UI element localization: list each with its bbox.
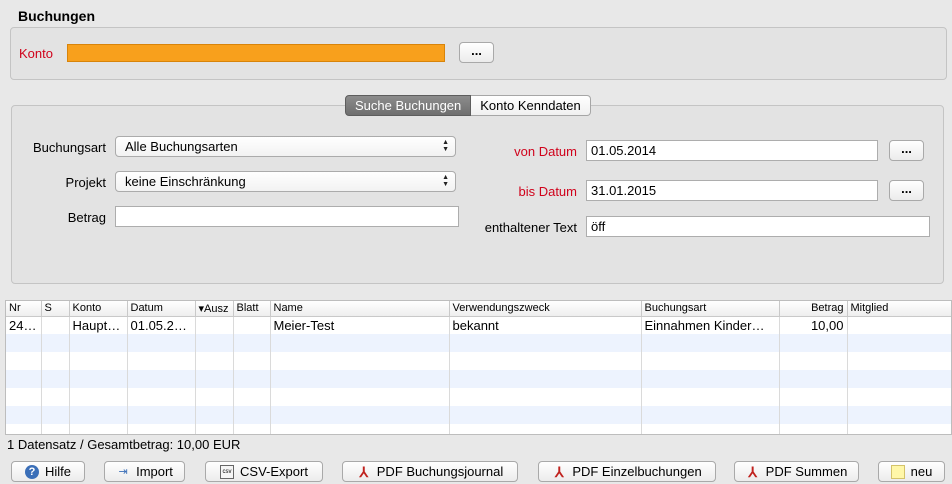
select-arrows-icon: ▲ ▼ (442, 139, 449, 153)
pdf-summen-label: PDF Summen (765, 463, 848, 479)
cell-betrag: 10,00 (779, 316, 848, 334)
buchungsart-select[interactable]: Alle Buchungsarten ▲ ▼ (115, 136, 456, 157)
col-betrag[interactable]: Betrag (779, 301, 848, 317)
konto-label: Konto (19, 46, 53, 61)
col-buchungsart[interactable]: Buchungsart (641, 301, 780, 317)
von-datum-browse-button[interactable]: ... (889, 140, 924, 161)
projekt-value: keine Einschränkung (125, 174, 246, 189)
cell-nr: 24… (6, 316, 42, 334)
help-icon: ? (24, 464, 39, 479)
col-datum[interactable]: Datum (127, 301, 196, 317)
cell-buchungsart: Einnahmen Kinder… (641, 316, 780, 334)
col-verwendungszweck[interactable]: Verwendungszweck (449, 301, 642, 317)
cell-verwendungszweck: bekannt (449, 316, 642, 334)
projekt-select[interactable]: keine Einschränkung ▲ ▼ (115, 171, 456, 192)
cell-datum: 01.05.2… (127, 316, 196, 334)
select-arrows-icon: ▲ ▼ (442, 174, 449, 188)
col-nr[interactable]: Nr (6, 301, 42, 317)
pdf-icon: ⅄ (555, 463, 564, 480)
empty-row (6, 370, 951, 388)
table-header: Nr S Konto Datum ▾Ausz Blatt Name Verwen… (6, 301, 951, 317)
von-datum-label: von Datum (514, 144, 577, 159)
help-button[interactable]: ? Hilfe (11, 461, 85, 482)
empty-row (6, 424, 951, 434)
pdf-buchungsjournal-label: PDF Buchungsjournal (376, 463, 504, 479)
tab-suche-buchungen[interactable]: Suche Buchungen (345, 95, 472, 116)
csv-icon: csv (220, 464, 235, 479)
cell-name: Meier-Test (270, 316, 450, 334)
projekt-label: Projekt (65, 175, 106, 190)
csv-export-button[interactable]: csv CSV-Export (205, 461, 323, 482)
csv-export-label: CSV-Export (240, 463, 308, 479)
new-label: neu (910, 463, 933, 479)
empty-row (6, 352, 951, 370)
tab-konto-kenndaten[interactable]: Konto Kenndaten (471, 95, 591, 116)
cell-ausz (195, 316, 234, 334)
pdf-einzelbuchungen-button[interactable]: ⅄ PDF Einzelbuchungen (538, 461, 716, 482)
cell-blatt (233, 316, 271, 334)
col-mitglied[interactable]: Mitglied (847, 301, 951, 317)
col-name[interactable]: Name (270, 301, 450, 317)
betrag-label: Betrag (67, 210, 106, 225)
pdf-icon: ⅄ (748, 463, 757, 480)
section-title: Buchungen (18, 8, 95, 24)
bis-datum-input[interactable]: 31.01.2015 (586, 180, 878, 201)
pdf-summen-button[interactable]: ⅄ PDF Summen (734, 461, 859, 482)
new-document-icon (890, 464, 905, 479)
import-icon: ⇥ (118, 465, 128, 478)
cell-s (41, 316, 70, 334)
empty-row (6, 388, 951, 406)
col-ausz-label: Ausz (204, 302, 229, 315)
von-datum-input[interactable]: 01.05.2014 (586, 140, 878, 161)
table-row[interactable]: 24… Haupt… 01.05.2… Meier-Test bekannt E… (6, 316, 951, 334)
import-label: Import (136, 463, 173, 479)
pdf-icon: ⅄ (359, 463, 369, 480)
status-summary: 1 Datensatz / Gesamtbetrag: 10,00 EUR (7, 437, 241, 452)
cell-konto: Haupt… (69, 316, 128, 334)
bis-datum-browse-button[interactable]: ... (889, 180, 924, 201)
pdf-buchungsjournal-button[interactable]: ⅄ PDF Buchungsjournal (342, 461, 518, 482)
empty-row (6, 406, 951, 424)
cell-mitglied (847, 316, 951, 334)
konto-browse-button[interactable]: ... (459, 42, 494, 63)
betrag-input[interactable] (115, 206, 459, 227)
buchungsart-label: Buchungsart (33, 140, 106, 155)
col-s[interactable]: S (41, 301, 70, 317)
col-ausz[interactable]: ▾Ausz (195, 301, 234, 317)
import-button[interactable]: ⇥ Import (104, 461, 185, 482)
new-button[interactable]: neu (878, 461, 945, 482)
buchungsart-value: Alle Buchungsarten (125, 139, 238, 154)
bookings-table[interactable]: Nr S Konto Datum ▾Ausz Blatt Name Verwen… (5, 300, 952, 435)
empty-row (6, 334, 951, 352)
konto-field[interactable] (67, 44, 445, 62)
pdf-einzelbuchungen-label: PDF Einzelbuchungen (572, 463, 702, 479)
bis-datum-label: bis Datum (518, 184, 577, 199)
text-label: enthaltener Text (484, 220, 577, 235)
col-konto[interactable]: Konto (69, 301, 128, 317)
help-label: Hilfe (44, 463, 71, 479)
text-input[interactable]: öff (586, 216, 930, 237)
tab-bar: Suche Buchungen Konto Kenndaten (345, 95, 591, 116)
col-blatt[interactable]: Blatt (233, 301, 271, 317)
